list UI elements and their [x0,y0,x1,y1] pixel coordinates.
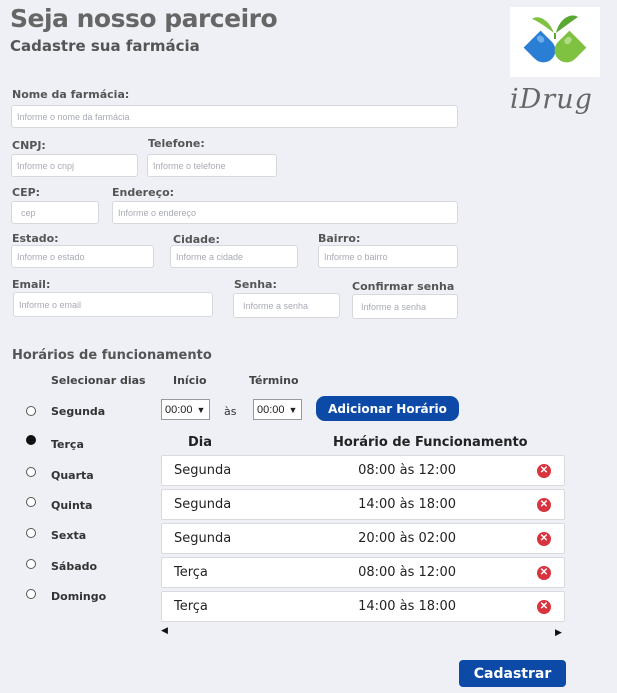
row-day: Segunda [174,497,232,512]
table-row: Segunda 08:00 às 12:00 ✕ [161,455,565,486]
day-label-sexta: Sexta [51,529,87,542]
telefone-label: Telefone: [148,137,205,150]
logo [510,7,600,77]
cnpj-label: CNPJ: [12,139,46,152]
email-field[interactable] [13,292,213,317]
row-hours: 08:00 às 12:00 [358,463,456,478]
remove-icon[interactable]: ✕ [537,464,551,478]
row-hours: 08:00 às 12:00 [358,565,456,580]
nome-label: Nome da farmácia: [12,88,130,101]
endereco-field[interactable] [112,201,458,224]
day-label-sabado: Sábado [51,560,98,573]
start-time-value: 00:00 [165,403,193,416]
row-day: Terça [174,599,208,614]
day-label-terca: Terça [51,438,84,451]
scroll-right-icon[interactable]: ▶ [555,627,562,638]
days-column-header: Selecionar dias [51,374,146,387]
table-header-hours: Horário de Funcionamento [333,435,528,450]
time-separator: às [224,405,237,418]
page-subtitle: Cadastre sua farmácia [10,37,200,55]
schedule-title: Horários de funcionamento [12,348,212,363]
day-radio-terca[interactable] [26,435,36,445]
day-label-quinta: Quinta [51,499,93,512]
remove-icon[interactable]: ✕ [537,600,551,614]
row-hours: 14:00 às 18:00 [358,497,456,512]
row-hours: 14:00 às 18:00 [358,599,456,614]
remove-icon[interactable]: ✕ [537,532,551,546]
cidade-field[interactable] [170,245,298,268]
scroll-left-icon[interactable]: ◀ [161,625,168,636]
chevron-down-icon: ▼ [196,404,206,415]
cnpj-field[interactable] [11,154,138,177]
bairro-field[interactable] [318,245,458,268]
end-column-header: Término [249,374,299,387]
estado-label: Estado: [12,232,59,245]
table-row: Segunda 20:00 às 02:00 ✕ [161,523,565,554]
table-row: Terça 14:00 às 18:00 ✕ [161,591,565,622]
bairro-label: Bairro: [318,232,361,245]
day-label-segunda: Segunda [51,405,106,418]
day-radio-quinta[interactable] [26,497,36,507]
table-row: Segunda 14:00 às 18:00 ✕ [161,489,565,520]
cep-field[interactable] [11,201,99,224]
day-label-quarta: Quarta [51,469,94,482]
day-radio-segunda[interactable] [26,406,36,416]
day-radio-sexta[interactable] [26,528,36,538]
day-radio-domingo[interactable] [26,589,36,599]
remove-icon[interactable]: ✕ [537,566,551,580]
add-schedule-button[interactable]: Adicionar Horário [316,396,459,421]
telefone-field[interactable] [147,154,277,177]
start-time-select[interactable]: 00:00 ▼ [161,399,210,420]
table-header-day: Dia [188,435,213,450]
end-time-select[interactable]: 00:00 ▼ [253,399,302,420]
endereco-label: Endereço: [112,186,175,199]
start-column-header: Início [173,374,207,387]
row-day: Segunda [174,531,232,546]
table-row: Terça 08:00 às 12:00 ✕ [161,557,565,588]
page-title: Seja nosso parceiro [10,4,278,33]
brand-name: iDrug [510,84,593,115]
end-time-value: 00:00 [257,403,285,416]
row-hours: 20:00 às 02:00 [358,531,456,546]
row-day: Terça [174,565,208,580]
day-radio-quarta[interactable] [26,467,36,477]
nome-field[interactable] [11,105,458,128]
senha-field[interactable] [233,293,340,318]
senha-label: Senha: [234,278,277,291]
capsule-leaves-logo-icon [523,15,587,63]
cep-label: CEP: [12,186,41,199]
confirmar-senha-label: Confirmar senha [352,280,455,293]
email-label: Email: [12,278,51,291]
chevron-down-icon: ▼ [288,404,298,415]
estado-field[interactable] [11,245,154,268]
submit-button[interactable]: Cadastrar [459,660,566,687]
row-day: Segunda [174,463,232,478]
day-label-domingo: Domingo [51,590,107,603]
day-radio-sabado[interactable] [26,559,36,569]
remove-icon[interactable]: ✕ [537,498,551,512]
confirmar-senha-field[interactable] [352,294,458,319]
